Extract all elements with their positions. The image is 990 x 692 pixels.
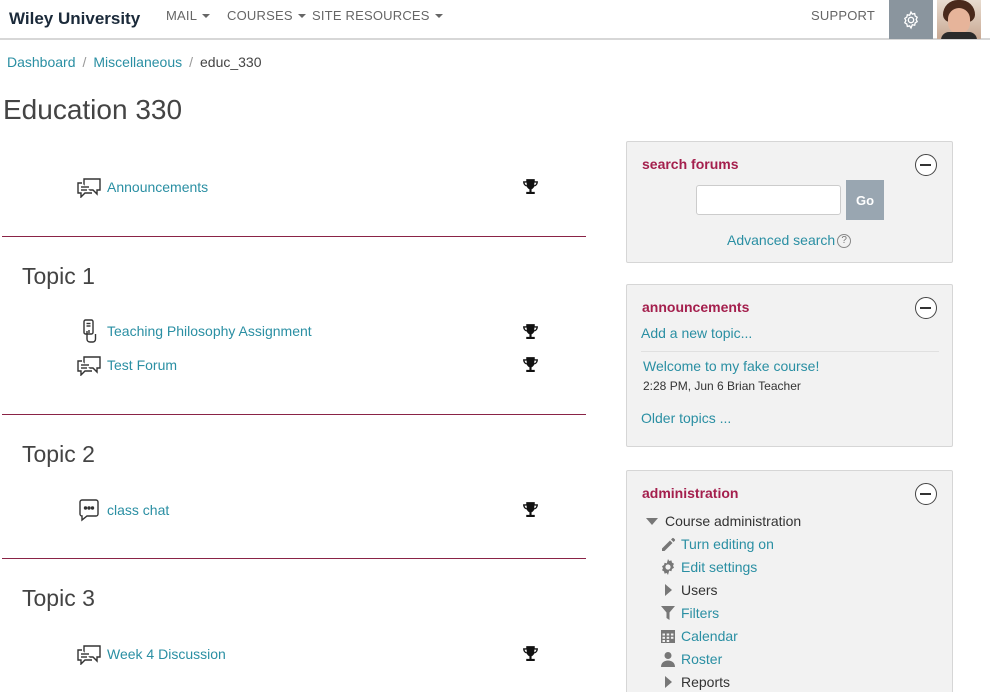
course-administration-label: Course administration [665,513,802,529]
nav-menu-mail[interactable]: MAIL [166,8,211,23]
administration-block: administration Course administration Tur… [626,470,953,692]
admin-item-roster[interactable]: Roster [659,650,722,668]
collapse-arrow-icon [643,512,661,530]
section-divider [2,236,586,237]
advanced-search-link[interactable]: Advanced search? [727,232,852,249]
trophy-icon [523,179,538,194]
page-title: Education 330 [3,94,183,125]
collapse-icon[interactable] [915,154,937,176]
avatar-shirt [941,32,977,39]
breadcrumb-current: educ_330 [200,54,262,70]
gear-icon [659,558,677,576]
assignment-icon [76,319,102,343]
admin-item-filters[interactable]: Filters [659,604,719,622]
collapse-icon[interactable] [915,483,937,505]
course-administration-node[interactable]: Course administration [643,512,801,530]
nav-menu-site-resources[interactable]: SITE RESOURCES [312,8,443,23]
pencil-icon [659,535,677,553]
expand-arrow-icon [659,673,677,691]
activity-announcements[interactable]: Announcements [76,175,208,199]
activity-label: Teaching Philosophy Assignment [107,323,312,339]
block-title: administration [642,485,739,501]
activity-test-forum[interactable]: Test Forum [76,353,177,377]
topic-2-title: Topic 2 [22,441,95,467]
admin-item-calendar[interactable]: Calendar [659,627,738,645]
section-divider [2,414,586,415]
trophy-icon [523,324,538,339]
admin-item-label: Users [681,582,718,598]
block-title: search forums [642,156,739,172]
breadcrumb-separator: / [189,54,193,70]
activity-label: Announcements [107,179,209,195]
go-button[interactable]: Go [846,180,884,220]
trophy-icon [523,502,538,517]
caret-down-icon [297,13,306,18]
announcement-post-link[interactable]: Welcome to my fake course! [643,358,819,374]
nav-support-link[interactable]: SUPPORT [811,8,875,23]
caret-down-icon [202,13,211,18]
activity-class-chat[interactable]: class chat [76,498,169,522]
top-navbar: Wiley University MAIL COURSES SITE RESOU… [0,0,990,40]
admin-item-edit-settings[interactable]: Edit settings [659,558,757,576]
site-brand[interactable]: Wiley University [9,9,140,29]
user-avatar[interactable] [937,0,981,39]
nav-menu-site-resources-label: SITE RESOURCES [312,8,430,23]
search-forums-block: search forums Go Advanced search? [626,141,953,263]
admin-item-reports[interactable]: Reports [659,673,730,691]
trophy-icon [523,646,538,661]
activity-label: class chat [107,502,170,518]
topic-1-title: Topic 1 [22,263,95,289]
breadcrumb: Dashboard / Miscellaneous / educ_330 [7,54,262,70]
admin-item-label: Edit settings [681,559,758,575]
nav-menu-courses-label: COURSES [227,8,293,23]
gear-icon [903,10,919,29]
help-icon[interactable]: ? [837,234,852,249]
activity-label: Week 4 Discussion [107,646,226,662]
collapse-icon[interactable] [915,297,937,319]
user-icon [659,650,677,668]
breadcrumb-dashboard[interactable]: Dashboard [7,54,76,70]
block-separator [641,351,939,352]
search-forums-input[interactable] [696,185,841,215]
admin-item-label: Roster [681,651,723,667]
admin-item-turn-editing-on[interactable]: Turn editing on [659,535,774,553]
announcements-block: announcements Add a new topic... Welcome… [626,284,953,447]
advanced-search-label: Advanced search [727,232,836,248]
trophy-icon [523,357,538,372]
admin-item-label: Turn editing on [681,536,774,552]
activity-teaching-philosophy-assignment[interactable]: Teaching Philosophy Assignment [76,319,312,343]
chat-icon [76,498,102,522]
activity-label: Test Forum [107,357,178,373]
forum-icon [76,353,102,377]
breadcrumb-miscellaneous[interactable]: Miscellaneous [93,54,182,70]
activity-week-4-discussion[interactable]: Week 4 Discussion [76,642,226,666]
block-title: announcements [642,299,750,315]
avatar-face [948,8,970,34]
topic-3-title: Topic 3 [22,585,95,611]
expand-arrow-icon [659,581,677,599]
forum-icon [76,175,102,199]
announcement-post-meta: 2:28 PM, Jun 6 Brian Teacher [643,379,801,393]
admin-item-label: Filters [681,605,720,621]
breadcrumb-separator: / [82,54,87,70]
forum-icon [76,642,102,666]
admin-item-label: Reports [681,674,731,690]
nav-menu-courses[interactable]: COURSES [227,8,306,23]
caret-down-icon [434,13,443,18]
section-divider [2,558,586,559]
settings-button[interactable] [889,0,933,39]
admin-item-label: Calendar [681,628,738,644]
calendar-icon [659,627,677,645]
admin-item-users[interactable]: Users [659,581,718,599]
nav-menu-mail-label: MAIL [166,8,198,23]
older-topics-link[interactable]: Older topics ... [641,410,731,426]
filter-icon [659,604,677,622]
add-new-topic-link[interactable]: Add a new topic... [641,325,752,341]
